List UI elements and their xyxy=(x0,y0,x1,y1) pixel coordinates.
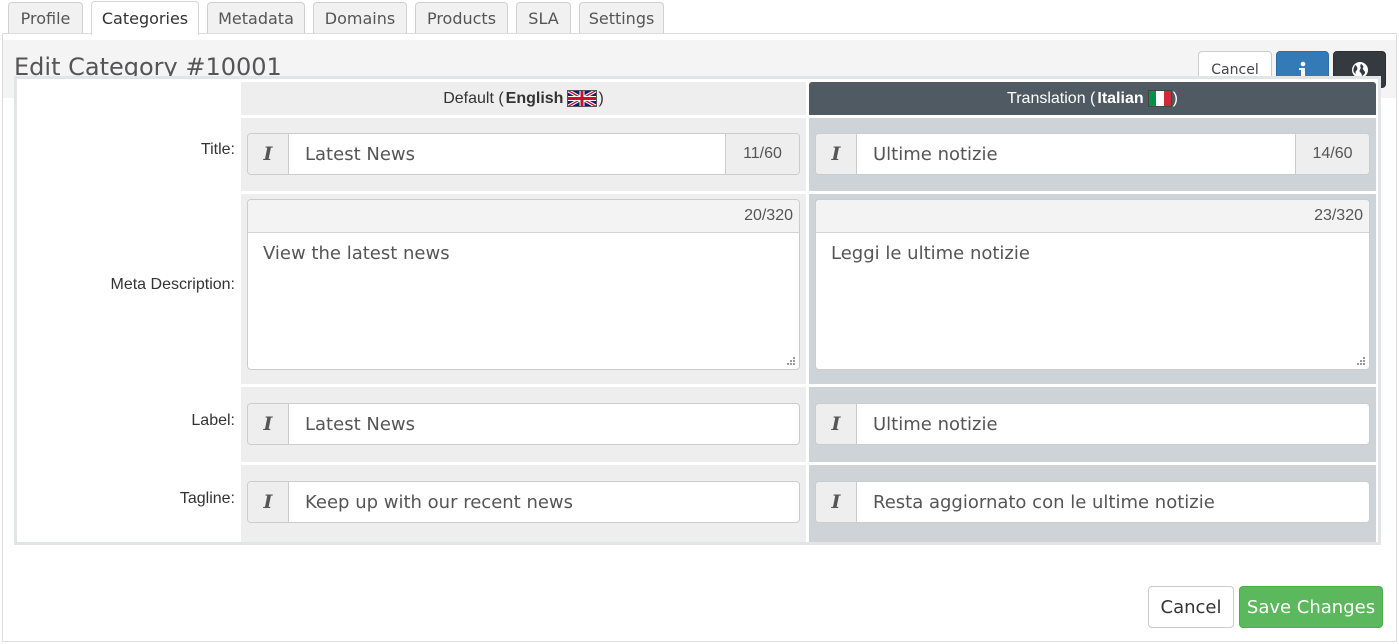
tagline-row-label: Tagline: xyxy=(179,490,235,507)
title-default-char-count: 11/60 xyxy=(725,134,799,174)
label-default-cell: I Latest News xyxy=(241,387,806,462)
title-row-label: Title: xyxy=(200,141,235,158)
label-translation-cell: I Ultime notizie xyxy=(809,387,1376,462)
meta-description-default-char-count: 20/320 xyxy=(248,200,799,233)
tagline-default-input[interactable]: Keep up with our recent news xyxy=(289,482,799,522)
meta-description-row-label: Meta Description: xyxy=(110,276,236,293)
default-header-suffix: ) xyxy=(598,89,604,107)
translation-grid: Default ( English ) Translation ( Italia… xyxy=(14,76,1381,545)
tab-categories[interactable]: Categories xyxy=(91,1,199,35)
italic-toggle-button[interactable]: I xyxy=(248,482,289,522)
label-default-input[interactable]: Latest News xyxy=(289,404,799,444)
uk-flag-icon xyxy=(567,90,598,107)
title-default-input-group: I Latest News 11/60 xyxy=(247,133,800,175)
title-default-input[interactable]: Latest News xyxy=(289,134,725,174)
footer-cancel-button[interactable]: Cancel xyxy=(1148,586,1234,628)
save-changes-button[interactable]: Save Changes xyxy=(1239,586,1383,628)
meta-description-translation-value: Leggi le ultime notizie xyxy=(831,243,1030,264)
title-translation-char-count: 14/60 xyxy=(1295,134,1369,174)
tagline-translation-cell: I Resta aggiornato con le ultime notizie xyxy=(809,465,1376,542)
tagline-default-input-group: I Keep up with our recent news xyxy=(247,481,800,523)
tab-metadata[interactable]: Metadata xyxy=(207,2,305,34)
meta-description-translation-cell: 23/320 Leggi le ultime notizie xyxy=(809,194,1376,384)
title-translation-cell: I Ultime notizie 14/60 xyxy=(809,118,1376,191)
default-language-header: Default ( English ) xyxy=(241,82,806,115)
italic-toggle-button[interactable]: I xyxy=(816,134,857,174)
translation-language-header: Translation ( Italian ) xyxy=(809,82,1376,115)
translation-language-name: Italian xyxy=(1097,89,1144,107)
label-default-input-group: I Latest News xyxy=(247,403,800,445)
resize-grip-icon[interactable] xyxy=(786,356,796,366)
tab-products[interactable]: Products xyxy=(415,2,508,34)
default-language-name: English xyxy=(505,89,564,107)
tagline-translation-input-group: I Resta aggiornato con le ultime notizie xyxy=(815,481,1370,523)
title-translation-input-group: I Ultime notizie 14/60 xyxy=(815,133,1370,175)
default-header-prefix: Default ( xyxy=(443,89,504,107)
tab-settings[interactable]: Settings xyxy=(579,2,664,34)
tab-bar: Profile Categories Metadata Domains Prod… xyxy=(0,0,1399,35)
italic-toggle-button[interactable]: I xyxy=(248,404,289,444)
title-translation-input[interactable]: Ultime notizie xyxy=(857,134,1295,174)
italic-toggle-button[interactable]: I xyxy=(816,404,857,444)
tagline-default-cell: I Keep up with our recent news xyxy=(241,465,806,542)
label-translation-input-group: I Ultime notizie xyxy=(815,403,1370,445)
italic-toggle-button[interactable]: I xyxy=(248,134,289,174)
resize-grip-icon[interactable] xyxy=(1356,356,1366,366)
tagline-translation-input[interactable]: Resta aggiornato con le ultime notizie xyxy=(857,482,1369,522)
tab-sla[interactable]: SLA xyxy=(516,2,571,34)
meta-description-translation-textarea[interactable]: 23/320 Leggi le ultime notizie xyxy=(815,199,1370,370)
label-row-label: Label: xyxy=(191,412,235,429)
translation-header-prefix: Translation ( xyxy=(1007,89,1096,107)
translation-header-suffix: ) xyxy=(1172,89,1178,107)
title-default-cell: I Latest News 11/60 xyxy=(241,118,806,191)
label-translation-input[interactable]: Ultime notizie xyxy=(857,404,1369,444)
tab-profile[interactable]: Profile xyxy=(8,2,83,34)
italic-toggle-button[interactable]: I xyxy=(816,482,857,522)
meta-description-translation-char-count: 23/320 xyxy=(816,200,1369,233)
tab-domains[interactable]: Domains xyxy=(313,2,407,34)
meta-description-default-textarea[interactable]: 20/320 View the latest news xyxy=(247,199,800,370)
meta-description-default-cell: 20/320 View the latest news xyxy=(241,194,806,384)
italy-flag-icon xyxy=(1147,90,1172,107)
meta-description-default-value: View the latest news xyxy=(263,243,450,264)
